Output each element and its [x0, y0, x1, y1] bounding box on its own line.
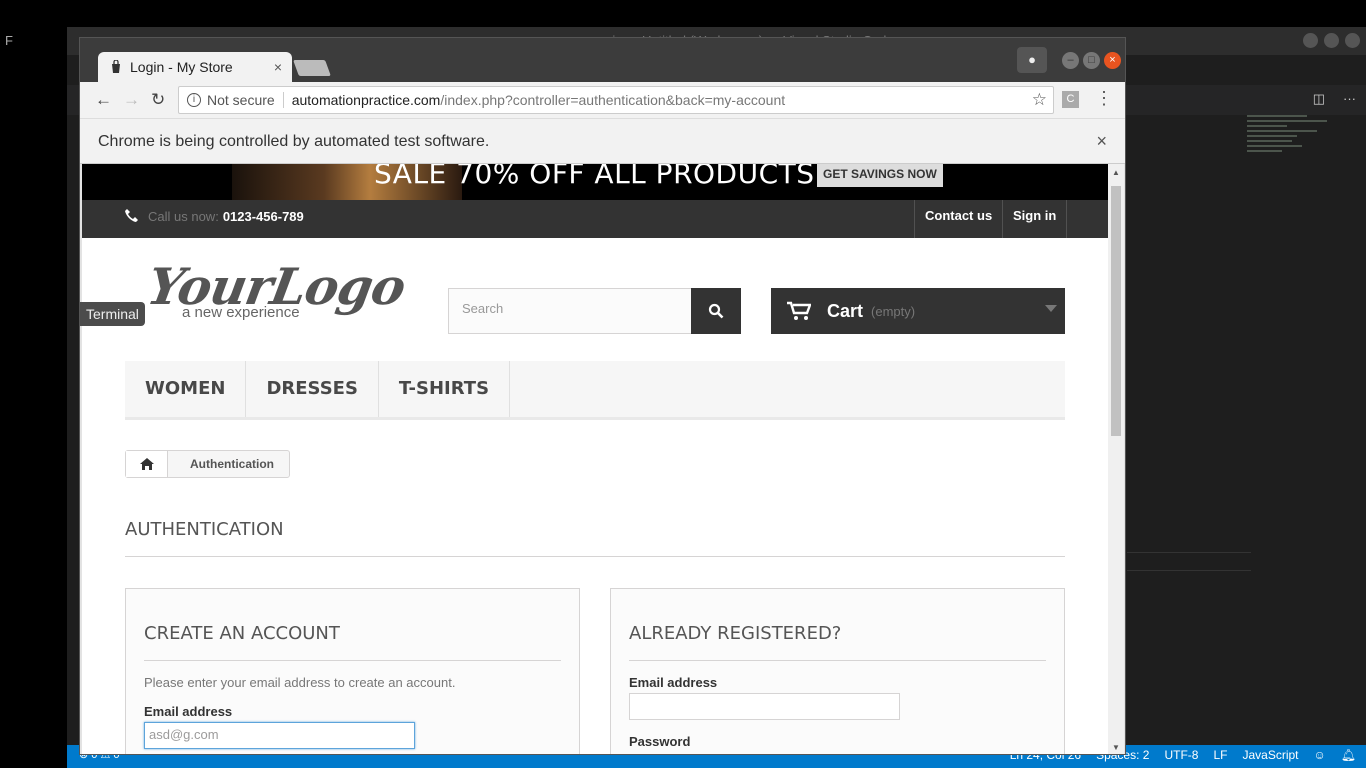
email-label: Email address [629, 675, 718, 690]
create-account-title: CREATE AN ACCOUNT [144, 623, 561, 661]
back-icon[interactable]: ← [95, 90, 112, 110]
close-icon[interactable]: × [1104, 52, 1121, 69]
terminal-tooltip: Terminal [80, 302, 145, 326]
create-account-description: Please enter your email address to creat… [144, 675, 456, 690]
scroll-down-icon[interactable]: ▼ [1112, 743, 1120, 752]
encoding-setting[interactable]: UTF-8 [1164, 748, 1198, 762]
login-title: ALREADY REGISTERED? [629, 623, 1046, 661]
search-icon [708, 303, 724, 319]
bookmark-star-icon[interactable]: ☆ [1032, 90, 1047, 110]
divider [282, 92, 284, 108]
page-scrollbar[interactable]: ▲ ▼ [1108, 164, 1124, 754]
browser-tab[interactable]: Login - My Store × [98, 52, 292, 82]
new-tab-button[interactable] [293, 60, 331, 76]
address-bar[interactable]: i Not secure automationpractice.com /ind… [178, 86, 1054, 114]
cart-label: Cart [827, 300, 864, 321]
maximize-icon[interactable] [1324, 33, 1339, 48]
phone-icon [125, 209, 138, 222]
password-label: Password [629, 734, 691, 749]
infobar-close-icon[interactable]: × [1096, 131, 1107, 152]
chrome-toolbar: ← → ↻ i Not secure automationpractice.co… [80, 82, 1125, 118]
menu-item-t-shirts[interactable]: T-SHIRTS [379, 361, 511, 417]
home-icon[interactable] [126, 451, 168, 477]
promo-banner[interactable]: SALE 70% OFF ALL PRODUCTS GET SAVINGS NO… [82, 164, 1108, 200]
url-path: /index.php?controller=authentication&bac… [440, 92, 786, 108]
menu-item-dresses[interactable]: DRESSES [246, 361, 379, 417]
cart-icon [787, 301, 811, 320]
editor-window-controls [1303, 33, 1360, 48]
minimize-icon[interactable]: – [1062, 52, 1079, 69]
call-label: Call us now: [148, 208, 219, 224]
page-title: AUTHENTICATION [125, 519, 1065, 557]
menu-item-women[interactable]: WOMEN [125, 361, 247, 417]
sign-in-link[interactable]: Sign in [1002, 200, 1068, 238]
editor-menu-fragment: F [5, 33, 13, 48]
login-form: ALREADY REGISTERED? Email address Passwo… [610, 588, 1065, 754]
chrome-window: Login - My Store × ● – □ × ← → ↻ i Not s… [79, 37, 1126, 755]
scroll-up-icon[interactable]: ▲ [1112, 168, 1120, 177]
forward-icon[interactable]: → [123, 90, 140, 110]
chrome-window-controls: – □ × [1062, 52, 1121, 69]
main-menu: WOMEN DRESSES T-SHIRTS [125, 361, 1065, 420]
automation-infobar: Chrome is being controlled by automated … [80, 118, 1125, 164]
call-us: Call us now: 0123-456-789 [124, 208, 304, 224]
get-savings-button[interactable]: GET SAVINGS NOW [817, 164, 943, 187]
logo-main-text: YourLogo [142, 257, 410, 316]
extension-icon[interactable]: C [1062, 91, 1079, 108]
search-button[interactable] [691, 288, 741, 334]
infobar-message: Chrome is being controlled by automated … [98, 133, 490, 150]
tab-close-icon[interactable]: × [274, 59, 282, 75]
create-account-form: CREATE AN ACCOUNT Please enter your emai… [125, 588, 580, 754]
phone-number: 0123-456-789 [222, 208, 304, 224]
editor-actions: ◫ ··· [1313, 91, 1356, 107]
create-email-field[interactable]: asd@g.com [144, 722, 415, 749]
notifications-icon[interactable]: 🔔︎ [1341, 748, 1356, 762]
more-actions-icon[interactable]: ··· [1343, 91, 1356, 107]
banner-text: SALE 70% OFF ALL PRODUCTS [374, 164, 815, 190]
info-icon[interactable]: i [187, 93, 201, 107]
email-label: Email address [144, 704, 233, 719]
chrome-menu-icon[interactable]: ⋮ [1095, 88, 1113, 109]
panel-divider [1127, 570, 1251, 571]
chrome-tabbar: Login - My Store × ● – □ × [80, 38, 1125, 82]
page-viewport: SALE 70% OFF ALL PRODUCTS GET SAVINGS NO… [82, 164, 1108, 754]
cart-block[interactable]: Cart (empty) [771, 288, 1065, 334]
account-icon[interactable]: ● [1017, 47, 1047, 73]
close-icon[interactable] [1345, 33, 1360, 48]
contact-us-link[interactable]: Contact us [914, 200, 1002, 238]
minimize-icon[interactable] [1303, 33, 1318, 48]
eol-setting[interactable]: LF [1213, 748, 1227, 762]
cart-state: (empty) [871, 303, 916, 319]
breadcrumb: Authentication [125, 450, 290, 478]
breadcrumb-current: Authentication [190, 457, 274, 471]
reload-icon[interactable]: ↻ [151, 90, 165, 110]
panel-divider [1127, 552, 1251, 553]
tab-title: Login - My Store [130, 59, 233, 75]
url-host: automationpractice.com [291, 92, 441, 108]
feedback-icon[interactable]: ☺ [1314, 748, 1326, 762]
top-nav-bar: Call us now: 0123-456-789 Contact us Sig… [82, 200, 1108, 238]
favicon-icon [112, 60, 120, 73]
editor-minimap[interactable] [1247, 115, 1337, 175]
search-input[interactable]: Search [448, 288, 692, 334]
language-mode[interactable]: JavaScript [1242, 748, 1298, 762]
scroll-thumb[interactable] [1111, 186, 1121, 436]
security-label[interactable]: Not secure [207, 92, 275, 108]
chevron-down-icon[interactable] [1045, 305, 1057, 312]
maximize-icon[interactable]: □ [1083, 52, 1100, 69]
login-email-field[interactable] [629, 693, 900, 720]
store-logo[interactable]: YourLogo a new experience [143, 257, 410, 321]
split-editor-icon[interactable]: ◫ [1313, 91, 1325, 107]
